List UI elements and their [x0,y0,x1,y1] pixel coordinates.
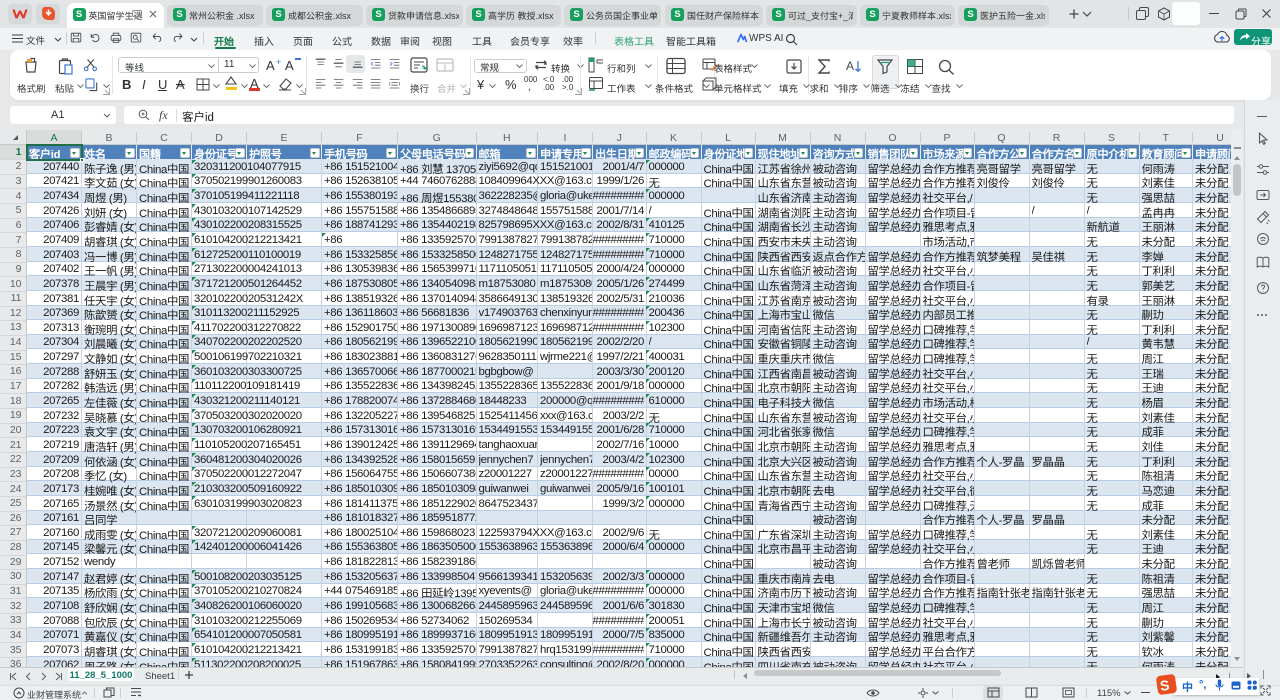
svg-text:A: A [846,59,854,73]
